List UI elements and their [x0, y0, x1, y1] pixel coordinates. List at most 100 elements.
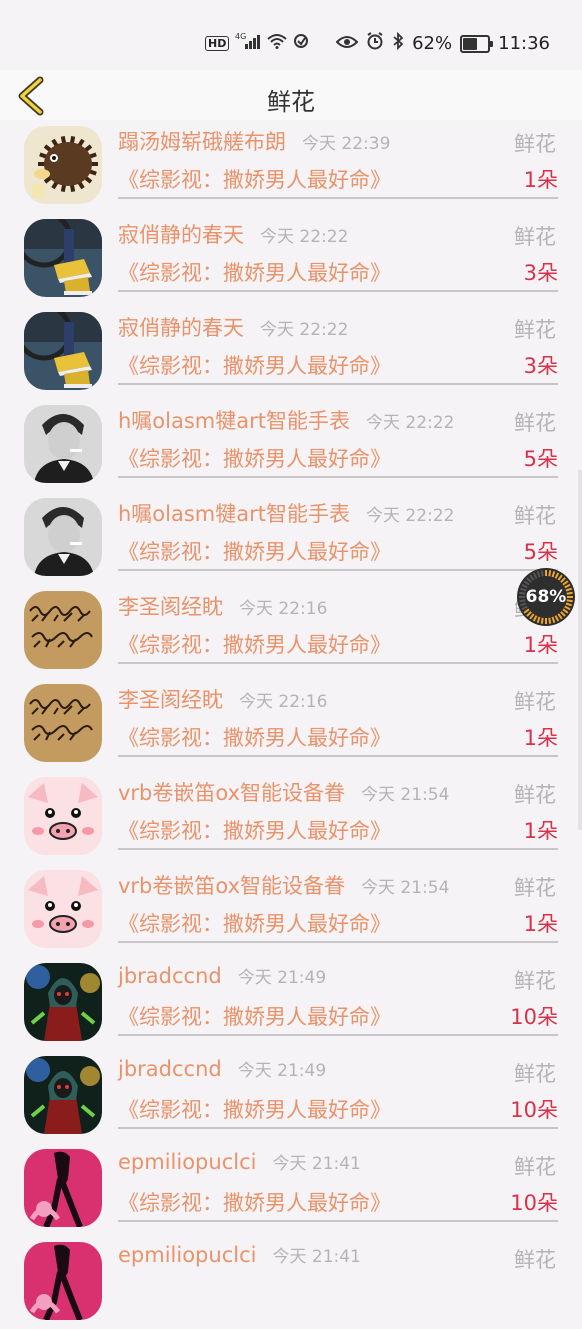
battery-tip	[490, 40, 494, 47]
timestamp: 今天 22:39	[302, 134, 391, 154]
gift-label: 鲜花	[514, 969, 556, 993]
gift-label: 鲜花	[514, 1062, 556, 1086]
list-item[interactable]: 蹋汤姆崭硪艖布朗 今天 22:39 鲜花 《综影视：撒娇男人最好命》 1朵	[0, 120, 582, 213]
gift-label: 鲜花	[514, 411, 556, 435]
battery-percent: 62%	[412, 33, 453, 54]
flower-count: 10朵	[510, 1005, 558, 1029]
list-item[interactable]: 李圣阂经眈今天 22:16 鲜花 《综影视：撒娇男人最好命》 1朵	[0, 678, 582, 771]
avatar[interactable]	[24, 684, 102, 762]
avatar[interactable]	[24, 777, 102, 855]
user-name-text: vrb卷嵌笛ox智能设备眷	[118, 874, 346, 898]
flower-count: 3朵	[523, 261, 558, 285]
flower-count: 1朵	[523, 912, 558, 936]
work-title[interactable]: 《综影视：撒娇男人最好命》	[118, 1187, 391, 1217]
user-name-text: h嘱olasm犍art智能手表	[118, 502, 350, 526]
hd-icon: HD	[205, 36, 230, 51]
avatar[interactable]	[24, 219, 102, 297]
timestamp: 今天 21:54	[361, 878, 450, 898]
timestamp: 今天 21:41	[272, 1247, 361, 1267]
scrollbar[interactable]	[578, 470, 582, 830]
user-name[interactable]: epmiliopuclci 今天 21:41	[118, 1242, 361, 1267]
work-title[interactable]: 《综影视：撒娇男人最好命》	[118, 629, 391, 659]
timestamp: 今天 22:22	[260, 320, 349, 340]
timestamp: 今天 21:41	[272, 1154, 361, 1174]
work-title[interactable]: 《综影视：撒娇男人最好命》	[118, 722, 391, 752]
list-item[interactable]: jbradccnd 今天 21:49 鲜花 《综影视：撒娇男人最好命》 10朵	[0, 957, 582, 1050]
status-right: 62% 11:36	[335, 31, 550, 55]
list-item[interactable]: jbradccnd 今天 21:49 鲜花 《综影视：撒娇男人最好命》 10朵	[0, 1050, 582, 1143]
flower-count: 1朵	[523, 726, 558, 750]
avatar[interactable]	[24, 312, 102, 390]
avatar[interactable]	[24, 1056, 102, 1134]
status-left: HD 4G	[205, 32, 309, 55]
user-name[interactable]: 寂俏静的春天 今天 22:22	[118, 219, 348, 249]
work-title[interactable]: 《综影视：撒娇男人最好命》	[118, 164, 391, 194]
list-item[interactable]: epmiliopuclci 今天 21:41 鲜花	[0, 1236, 582, 1329]
avatar[interactable]	[24, 870, 102, 948]
usage-text: 68%	[525, 587, 567, 607]
user-name[interactable]: h嘱olasm犍art智能手表 今天 22:22	[118, 405, 454, 435]
gift-list: 蹋汤姆崭硪艖布朗 今天 22:39 鲜花 《综影视：撒娇男人最好命》 1朵 寂俏静…	[0, 120, 582, 1329]
work-title[interactable]: 《综影视：撒娇男人最好命》	[118, 443, 391, 473]
avatar[interactable]	[24, 405, 102, 483]
divider	[118, 662, 558, 664]
user-name[interactable]: jbradccnd 今天 21:49	[118, 1056, 326, 1081]
avatar[interactable]	[24, 498, 102, 576]
flower-count: 1朵	[523, 819, 558, 843]
user-name[interactable]: h嘱olasm犍art智能手表 今天 22:22	[118, 498, 454, 528]
list-item[interactable]: vrb卷嵌笛ox智能设备眷 今天 21:54 鲜花 《综影视：撒娇男人最好命》 1…	[0, 771, 582, 864]
user-name[interactable]: 寂俏静的春天 今天 22:22	[118, 312, 348, 342]
work-title[interactable]: 《综影视：撒娇男人最好命》	[118, 908, 391, 938]
user-name-text: epmiliopuclci	[118, 1150, 257, 1174]
battery-icon	[460, 34, 494, 53]
avatar[interactable]	[24, 126, 102, 204]
avatar[interactable]	[24, 591, 102, 669]
user-name[interactable]: vrb卷嵌笛ox智能设备眷 今天 21:54	[118, 870, 449, 900]
gift-label: 鲜花	[514, 1155, 556, 1179]
user-name-text: 李圣阂经眈	[118, 688, 223, 712]
user-name[interactable]: jbradccnd 今天 21:49	[118, 963, 326, 988]
timestamp: 今天 22:16	[239, 692, 328, 712]
status-bar: HD 4G 62% 11:36	[0, 0, 582, 70]
battery-fill	[463, 37, 478, 50]
avatar[interactable]	[24, 1242, 102, 1320]
list-item[interactable]: h嘱olasm犍art智能手表 今天 22:22 鲜花 《综影视：撒娇男人最好命》…	[0, 399, 582, 492]
timestamp: 今天 21:54	[361, 785, 450, 805]
work-title[interactable]: 《综影视：撒娇男人最好命》	[118, 815, 391, 845]
work-title[interactable]: 《综影视：撒娇男人最好命》	[118, 536, 391, 566]
gift-label: 鲜花	[514, 318, 556, 342]
work-title[interactable]: 《综影视：撒娇男人最好命》	[118, 257, 391, 287]
svg-text:4G: 4G	[235, 32, 246, 41]
gift-label: 鲜花	[514, 225, 556, 249]
user-name-text: 李圣阂经眈	[118, 595, 223, 619]
gift-label: 鲜花	[514, 1248, 556, 1272]
clock: 11:36	[498, 33, 550, 54]
user-name[interactable]: vrb卷嵌笛ox智能设备眷 今天 21:54	[118, 777, 449, 807]
list-item[interactable]: 寂俏静的春天 今天 22:22 鲜花 《综影视：撒娇男人最好命》 3朵	[0, 213, 582, 306]
user-name[interactable]: epmiliopuclci 今天 21:41	[118, 1149, 361, 1174]
list-item[interactable]: h嘱olasm犍art智能手表 今天 22:22 鲜花 《综影视：撒娇男人最好命》…	[0, 492, 582, 585]
list-item[interactable]: 寂俏静的春天 今天 22:22 鲜花 《综影视：撒娇男人最好命》 3朵	[0, 306, 582, 399]
timestamp: 今天 22:22	[366, 506, 455, 526]
work-title[interactable]: 《综影视：撒娇男人最好命》	[118, 1094, 391, 1124]
divider	[118, 1220, 558, 1222]
user-name[interactable]: 蹋汤姆崭硪艖布朗 今天 22:39	[118, 126, 390, 156]
divider	[118, 941, 558, 943]
signal-icon: 4G	[235, 32, 261, 55]
list-item[interactable]: epmiliopuclci 今天 21:41 鲜花 《综影视：撒娇男人最好命》 1…	[0, 1143, 582, 1236]
page-title: 鲜花	[267, 88, 315, 116]
user-name-text: jbradccnd	[118, 964, 222, 988]
user-name-text: 寂俏静的春天	[118, 223, 244, 247]
divider	[118, 848, 558, 850]
floating-usage-badge[interactable]: 68%	[516, 567, 576, 627]
avatar[interactable]	[24, 963, 102, 1041]
list-item[interactable]: vrb卷嵌笛ox智能设备眷 今天 21:54 鲜花 《综影视：撒娇男人最好命》 1…	[0, 864, 582, 957]
user-name[interactable]: 李圣阂经眈 今天 22:16	[118, 591, 327, 621]
user-name[interactable]: 李圣阂经眈 今天 22:16	[118, 684, 327, 714]
user-name-text: epmiliopuclci	[118, 1243, 257, 1267]
flower-count: 10朵	[510, 1098, 558, 1122]
work-title[interactable]: 《综影视：撒娇男人最好命》	[118, 350, 391, 380]
work-title[interactable]: 《综影视：撒娇男人最好命》	[118, 1001, 391, 1031]
avatar[interactable]	[24, 1149, 102, 1227]
list-item[interactable]: 李圣阂经眈今天 22:16 鲜花 《综影视：撒娇男人最好命》 1朵	[0, 585, 582, 678]
